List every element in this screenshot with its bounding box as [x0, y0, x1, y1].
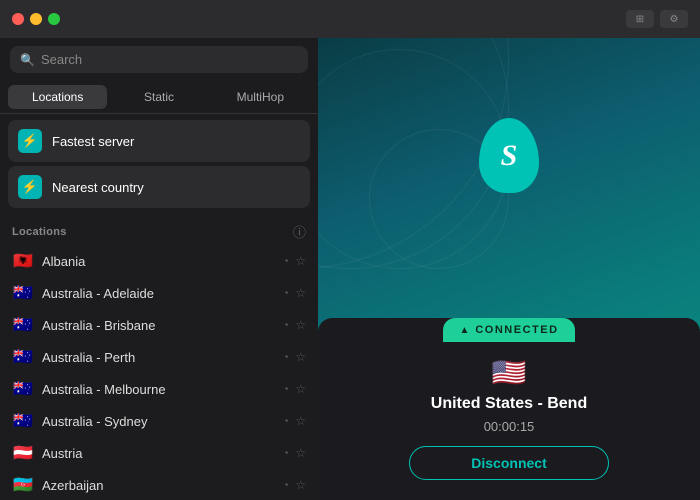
- logo-letter: S: [501, 139, 518, 173]
- app-body: 🔍 Locations Static MultiHop ⚡ Fastest se…: [0, 38, 700, 500]
- loc-icons: ◔ ☆: [282, 254, 306, 268]
- disconnect-button[interactable]: Disconnect: [409, 446, 609, 480]
- flag-au-sydney: 🇦🇺: [12, 413, 34, 429]
- fastest-server-label: Fastest server: [52, 134, 134, 149]
- loc-icons: ◔ ☆: [282, 318, 306, 332]
- app-logo: S: [479, 118, 539, 193]
- locations-section-label: Locations: [12, 226, 67, 238]
- signal-icon: ◔: [282, 254, 289, 268]
- star-icon[interactable]: ☆: [295, 382, 306, 396]
- signal-icon: ◔: [282, 414, 289, 428]
- view-toggle-icon[interactable]: ⊞: [626, 10, 654, 28]
- star-icon[interactable]: ☆: [295, 286, 306, 300]
- loc-icons: ◔ ☆: [282, 382, 306, 396]
- list-item[interactable]: 🇦🇱 Albania ◔ ☆: [4, 245, 314, 277]
- loc-icons: ◔ ☆: [282, 286, 306, 300]
- location-name: Australia - Adelaide: [42, 286, 274, 301]
- star-icon[interactable]: ☆: [295, 478, 306, 492]
- location-name: Australia - Brisbane: [42, 318, 274, 333]
- flag-au-brisbane: 🇦🇺: [12, 317, 34, 333]
- tab-bar: Locations Static MultiHop: [0, 81, 318, 114]
- list-item[interactable]: 🇦🇺 Australia - Perth ◔ ☆: [4, 341, 314, 373]
- connected-tab[interactable]: ▲ CONNECTED: [443, 318, 574, 342]
- list-item[interactable]: 🇦🇺 Australia - Sydney ◔ ☆: [4, 405, 314, 437]
- minimize-button[interactable]: [30, 13, 42, 25]
- search-icon: 🔍: [20, 53, 35, 67]
- title-bar: ⊞ ⚙: [0, 0, 700, 38]
- loc-icons: ◔ ☆: [282, 350, 306, 364]
- star-icon[interactable]: ☆: [295, 350, 306, 364]
- traffic-lights: [12, 13, 60, 25]
- info-icon[interactable]: ⓘ: [293, 222, 306, 241]
- nearest-icon: ⚡: [18, 175, 42, 199]
- star-icon[interactable]: ☆: [295, 446, 306, 460]
- loc-icons: ◔ ☆: [282, 414, 306, 428]
- star-icon[interactable]: ☆: [295, 318, 306, 332]
- flag-au-melbourne: 🇦🇺: [12, 381, 34, 397]
- server-flag: 🇺🇸: [492, 356, 527, 389]
- location-name: Austria: [42, 446, 274, 461]
- list-item[interactable]: 🇦🇺 Australia - Adelaide ◔ ☆: [4, 277, 314, 309]
- star-icon[interactable]: ☆: [295, 414, 306, 428]
- tab-multihop[interactable]: MultiHop: [211, 85, 310, 109]
- signal-icon: ◔: [282, 350, 289, 364]
- close-button[interactable]: [12, 13, 24, 25]
- logo-container: S: [479, 118, 539, 193]
- nearest-country-label: Nearest country: [52, 180, 144, 195]
- fastest-icon: ⚡: [18, 129, 42, 153]
- list-item[interactable]: 🇦🇺 Australia - Brisbane ◔ ☆: [4, 309, 314, 341]
- connection-timer: 00:00:15: [484, 419, 535, 434]
- server-name: United States - Bend: [431, 395, 587, 413]
- tab-locations[interactable]: Locations: [8, 85, 107, 109]
- flag-au-adelaide: 🇦🇺: [12, 285, 34, 301]
- quick-connect-section: ⚡ Fastest server ⚡ Nearest country: [0, 114, 318, 214]
- loc-icons: ◔ ☆: [282, 446, 306, 460]
- signal-icon: ◔: [282, 286, 289, 300]
- location-name: Azerbaijan: [42, 478, 274, 493]
- location-name: Australia - Sydney: [42, 414, 274, 429]
- locations-header: Locations ⓘ: [0, 214, 318, 245]
- right-panel: S ▲ CONNECTED 🇺🇸 United States - Bend 00…: [318, 38, 700, 500]
- search-bar: 🔍: [0, 38, 318, 81]
- connected-label: CONNECTED: [475, 324, 558, 336]
- maximize-button[interactable]: [48, 13, 60, 25]
- flag-au-perth: 🇦🇺: [12, 349, 34, 365]
- location-name: Australia - Perth: [42, 350, 274, 365]
- list-item[interactable]: 🇦🇿 Azerbaijan ◔ ☆: [4, 469, 314, 500]
- chevron-up-icon: ▲: [459, 325, 469, 336]
- location-name: Albania: [42, 254, 274, 269]
- flag-azerbaijan: 🇦🇿: [12, 477, 34, 493]
- list-item[interactable]: 🇦🇹 Austria ◔ ☆: [4, 437, 314, 469]
- search-input[interactable]: [41, 52, 298, 67]
- settings-icon[interactable]: ⚙: [660, 10, 688, 28]
- signal-icon: ◔: [282, 382, 289, 396]
- connected-panel: ▲ CONNECTED 🇺🇸 United States - Bend 00:0…: [318, 318, 700, 500]
- list-item[interactable]: 🇦🇺 Australia - Melbourne ◔ ☆: [4, 373, 314, 405]
- signal-icon: ◔: [282, 446, 289, 460]
- tab-static[interactable]: Static: [109, 85, 208, 109]
- title-bar-controls: ⊞ ⚙: [626, 10, 688, 28]
- flag-austria: 🇦🇹: [12, 445, 34, 461]
- signal-icon: ◔: [282, 318, 289, 332]
- nearest-country-button[interactable]: ⚡ Nearest country: [8, 166, 310, 208]
- connected-content: 🇺🇸 United States - Bend 00:00:15 Disconn…: [318, 342, 700, 500]
- flag-albania: 🇦🇱: [12, 253, 34, 269]
- loc-icons: ◔ ☆: [282, 478, 306, 492]
- location-name: Australia - Melbourne: [42, 382, 274, 397]
- signal-icon: ◔: [282, 478, 289, 492]
- star-icon[interactable]: ☆: [295, 254, 306, 268]
- search-wrapper: 🔍: [10, 46, 308, 73]
- fastest-server-button[interactable]: ⚡ Fastest server: [8, 120, 310, 162]
- left-panel: 🔍 Locations Static MultiHop ⚡ Fastest se…: [0, 38, 318, 500]
- locations-list: 🇦🇱 Albania ◔ ☆ 🇦🇺 Australia - Adelaide ◔…: [0, 245, 318, 500]
